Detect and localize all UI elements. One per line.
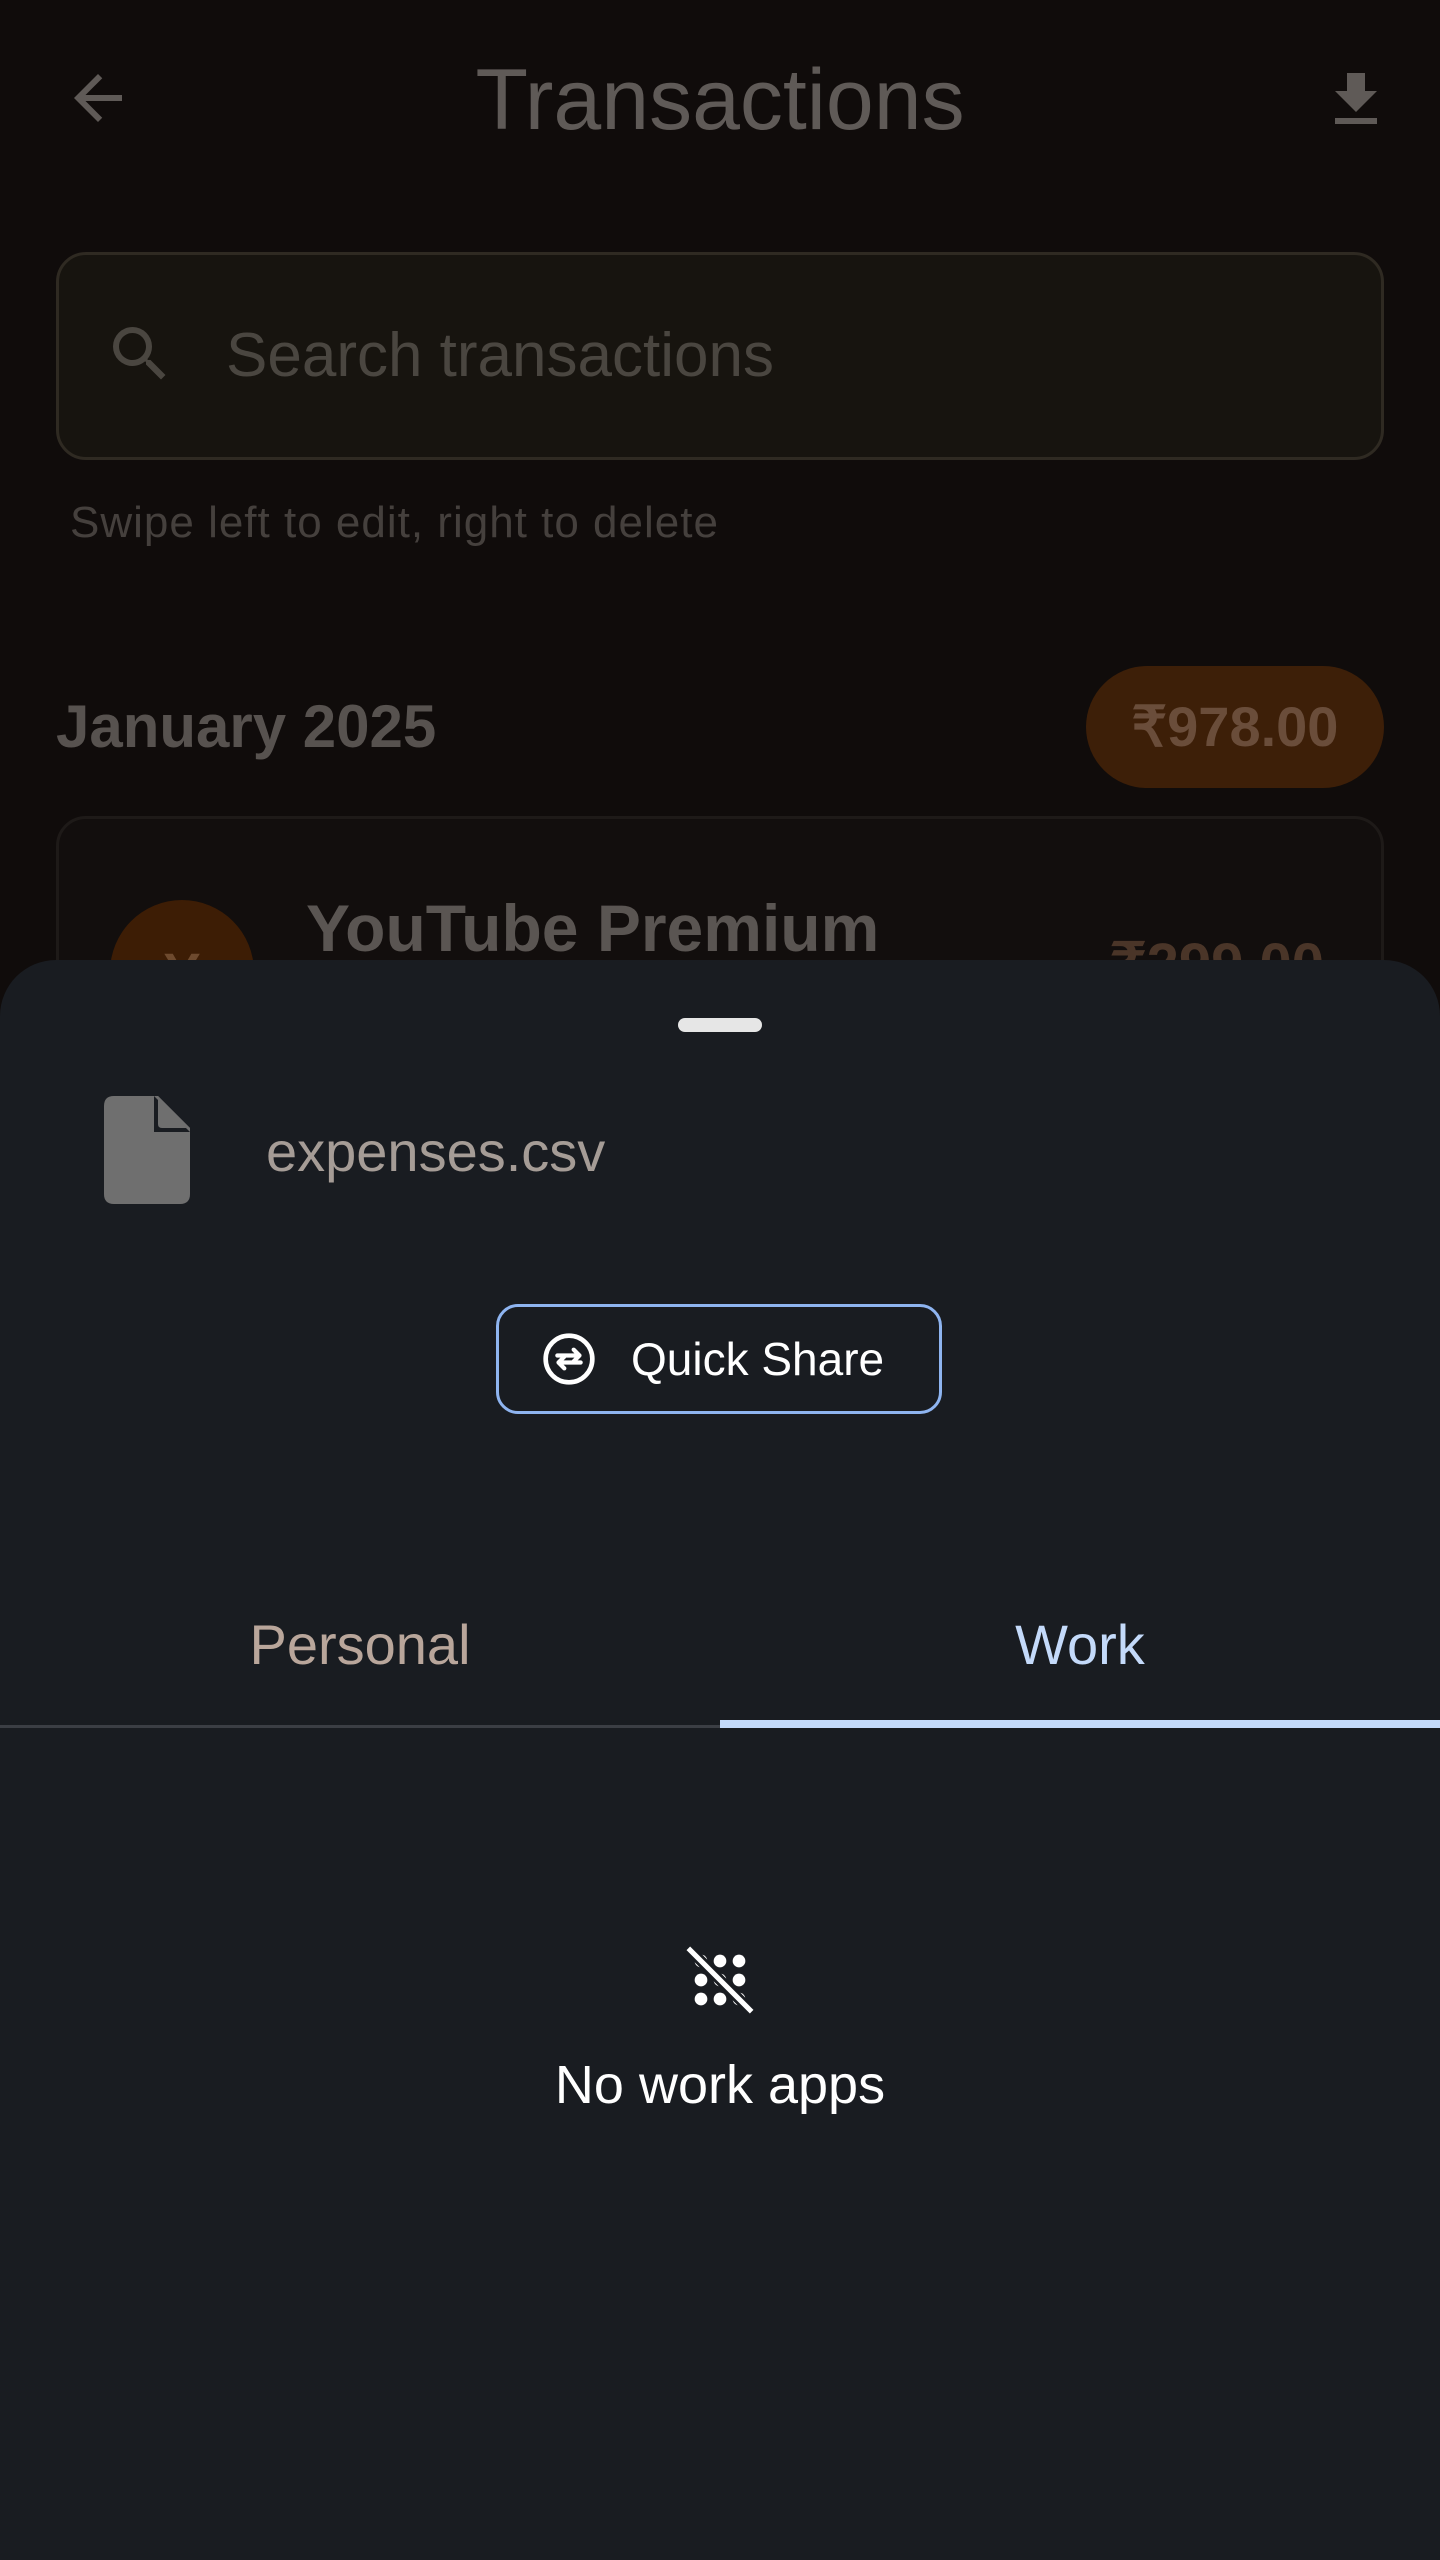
download-icon [1335,73,1377,124]
apps-off-icon [684,1944,756,2016]
quick-share-icon [543,1333,595,1385]
empty-state-label: No work apps [554,2055,886,2115]
file-name: expenses.csv [266,1120,606,1183]
quick-share-button[interactable]: Quick Share [496,1304,942,1414]
tab-personal[interactable]: Personal [0,1560,720,1728]
drag-handle[interactable] [678,1018,762,1032]
month-header: January 2025 [56,693,437,760]
transaction-name: YouTube Premium [306,891,880,965]
swipe-hint: Swipe left to edit, right to delete [70,498,719,547]
search-placeholder: Search transactions [226,321,774,390]
top-app-bar: Transactions [0,0,1440,200]
profile-tabs: Personal Work [0,1560,1440,1728]
download-button[interactable] [1306,50,1406,150]
month-total-badge: ₹978.00 [1086,666,1384,788]
share-sheet: expenses.csv Quick Share Personal Work N… [0,960,1440,2560]
page-title: Transactions [475,52,965,148]
quick-share-label: Quick Share [631,1333,885,1385]
selected-tab-indicator [720,1720,1440,1728]
tab-work[interactable]: Work [720,1560,1440,1728]
file-icon [104,1096,190,1204]
search-icon [113,327,166,380]
